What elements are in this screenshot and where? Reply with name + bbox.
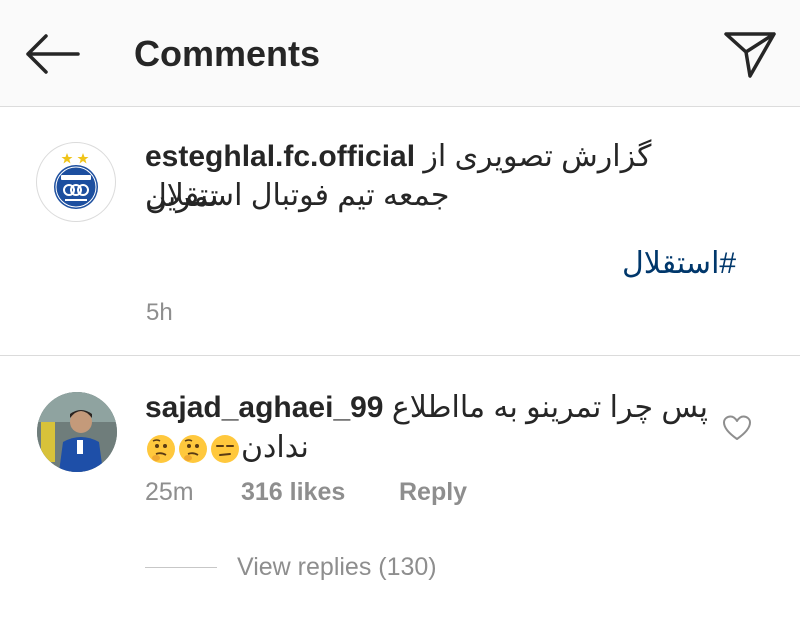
replies-divider-line <box>145 566 217 568</box>
esteghlal-logo-icon <box>40 146 112 218</box>
like-button[interactable] <box>722 414 752 442</box>
view-replies-button[interactable]: View replies (130) <box>145 550 437 584</box>
comment-text-line-1: sajad_aghaei_99 پس چرا تمرینو به مااطلاع <box>145 388 708 428</box>
comment-meta: 25m 316 likes Reply <box>145 476 467 508</box>
comment-line-1-text: پس چرا تمرینو به مااطلاع <box>391 391 709 424</box>
comment-line-2-text: ندادن <box>241 431 309 464</box>
thinking-face-icon <box>179 435 207 464</box>
header-bar: Comments <box>0 0 800 107</box>
comment-likes[interactable]: 316 likes <box>241 476 399 508</box>
arrow-left-icon <box>26 34 80 74</box>
reply-button[interactable]: Reply <box>399 476 467 508</box>
user-avatar-icon <box>37 392 117 472</box>
caption-username[interactable]: esteghlal.fc.official <box>145 140 415 173</box>
avatar[interactable] <box>36 142 116 222</box>
comment-text-line-2: ندادن <box>145 428 309 468</box>
thinking-face-icon <box>147 435 175 464</box>
divider <box>0 355 800 356</box>
paper-plane-icon <box>724 32 776 78</box>
comment-timestamp: 25m <box>145 478 194 506</box>
heart-outline-icon <box>723 415 751 440</box>
comment-username[interactable]: sajad_aghaei_99 <box>145 391 384 424</box>
avatar[interactable] <box>37 392 117 472</box>
unamused-face-icon <box>211 435 239 464</box>
caption-hashtag[interactable]: #استقلال <box>622 244 736 284</box>
share-button[interactable] <box>722 28 778 80</box>
page-title: Comments <box>134 33 321 74</box>
back-button[interactable] <box>20 30 84 78</box>
caption-line-2: جمعه تیم فوتبال استقلال <box>145 179 450 212</box>
caption-timestamp: 5h <box>146 299 173 326</box>
view-replies-label[interactable]: View replies (130) <box>237 550 437 584</box>
